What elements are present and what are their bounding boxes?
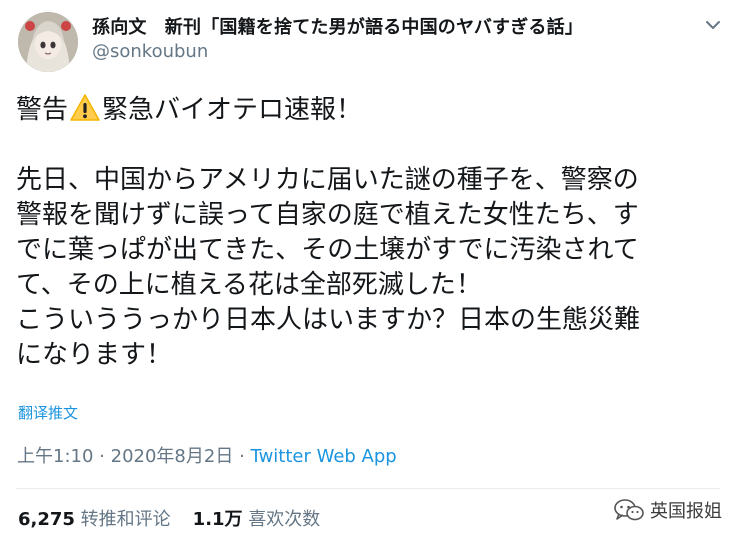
- author-handle[interactable]: @sonkoubun: [92, 41, 208, 62]
- watermark: 英国报姐: [614, 497, 722, 523]
- meta-separator: ·: [239, 446, 245, 467]
- tweet-paragraph: 先日、中国からアメリカに届いた謎の種子を、警察の 警報を聞けずに誤って自家の庭で…: [16, 165, 641, 370]
- likes-stat[interactable]: 1.1万 喜欢次数: [193, 509, 321, 530]
- watermark-text: 英国报姐: [650, 501, 722, 522]
- tweet-card: 孫向文 新刊「国籍を捨てた男が語る中国のヤバすぎる話」 @sonkoubun 警…: [0, 0, 736, 537]
- tweet-meta: 上午1:10 · 2020年8月2日 · Twitter Web App: [17, 442, 397, 468]
- tweet-stats: 6,275 转推和评论 1.1万 喜欢次数: [18, 505, 320, 531]
- warning-icon: [69, 93, 101, 123]
- likes-count: 1.1万: [192, 509, 243, 530]
- chevron-down-icon[interactable]: [702, 14, 724, 36]
- wechat-icon: [614, 499, 644, 521]
- divider: [16, 488, 720, 489]
- translate-tweet-link[interactable]: 翻译推文: [18, 402, 78, 423]
- tweet-date[interactable]: 2020年8月2日: [111, 446, 234, 467]
- avatar[interactable]: [18, 12, 78, 72]
- tweet-headline-before: 警告: [16, 95, 69, 125]
- retweets-stat[interactable]: 6,275 转推和评论: [18, 509, 171, 530]
- tweet-source-link[interactable]: Twitter Web App: [251, 446, 397, 467]
- avatar-anime-girl-icon: [18, 12, 78, 72]
- author-display-name[interactable]: 孫向文 新刊「国籍を捨てた男が語る中国のヤバすぎる話」: [92, 13, 583, 39]
- likes-label: 喜欢次数: [248, 509, 321, 530]
- tweet-text: 警告 緊急バイオテロ速報！ 先日、中国からアメリカに届いた謎の種子を、警察の 警報…: [16, 93, 726, 373]
- meta-separator: ·: [99, 446, 105, 467]
- retweets-label: 转推和评论: [80, 509, 171, 530]
- tweet-time[interactable]: 上午1:10: [17, 446, 93, 467]
- tweet-headline-after: 緊急バイオテロ速報！: [102, 95, 363, 125]
- retweets-count: 6,275: [18, 509, 75, 530]
